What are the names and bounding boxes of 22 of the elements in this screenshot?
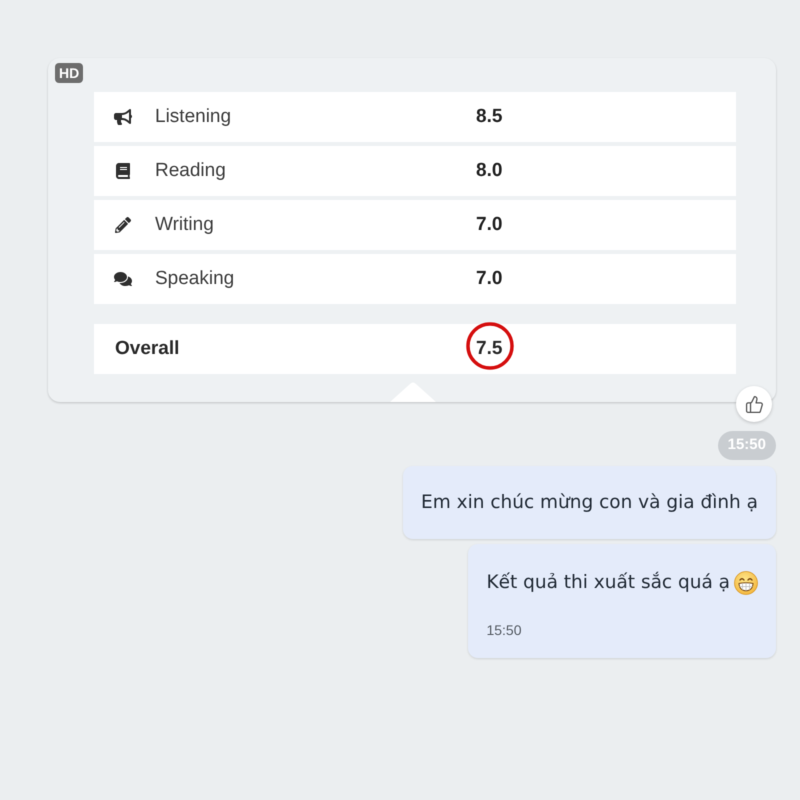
hd-badge: HD: [55, 63, 84, 83]
skill-label: Reading: [155, 158, 227, 183]
speech-bubbles-icon: [114, 270, 132, 288]
skill-label: Writing: [155, 212, 215, 237]
message-text: Em xin chúc mừng con và gia đình ạ: [421, 491, 758, 515]
megaphone-icon: [114, 108, 132, 126]
message-time: 15:50: [486, 623, 522, 637]
book-icon: [115, 163, 131, 179]
overall-score: 7.5: [476, 336, 502, 361]
triangle-icon: [390, 380, 436, 402]
skill-score: 8.5: [476, 104, 502, 129]
skill-score: 7.0: [476, 266, 502, 291]
pencil-icon: [115, 217, 131, 233]
thumbs-up-icon: [744, 394, 764, 414]
like-button[interactable]: [736, 386, 772, 422]
skill-label: Speaking: [155, 266, 236, 291]
overall-label: Overall: [115, 336, 180, 361]
skill-score: 8.0: [476, 158, 502, 183]
skill-label: Listening: [155, 104, 232, 129]
image-card[interactable]: HD Listening 8.5 Reading 8.0 Writing 7.0 Speaking 7.0 Overall 7.5: [48, 58, 776, 402]
message-text: Kết quả thi xuất sắc quá ạ: [486, 570, 730, 595]
skill-score: 7.0: [476, 212, 502, 237]
